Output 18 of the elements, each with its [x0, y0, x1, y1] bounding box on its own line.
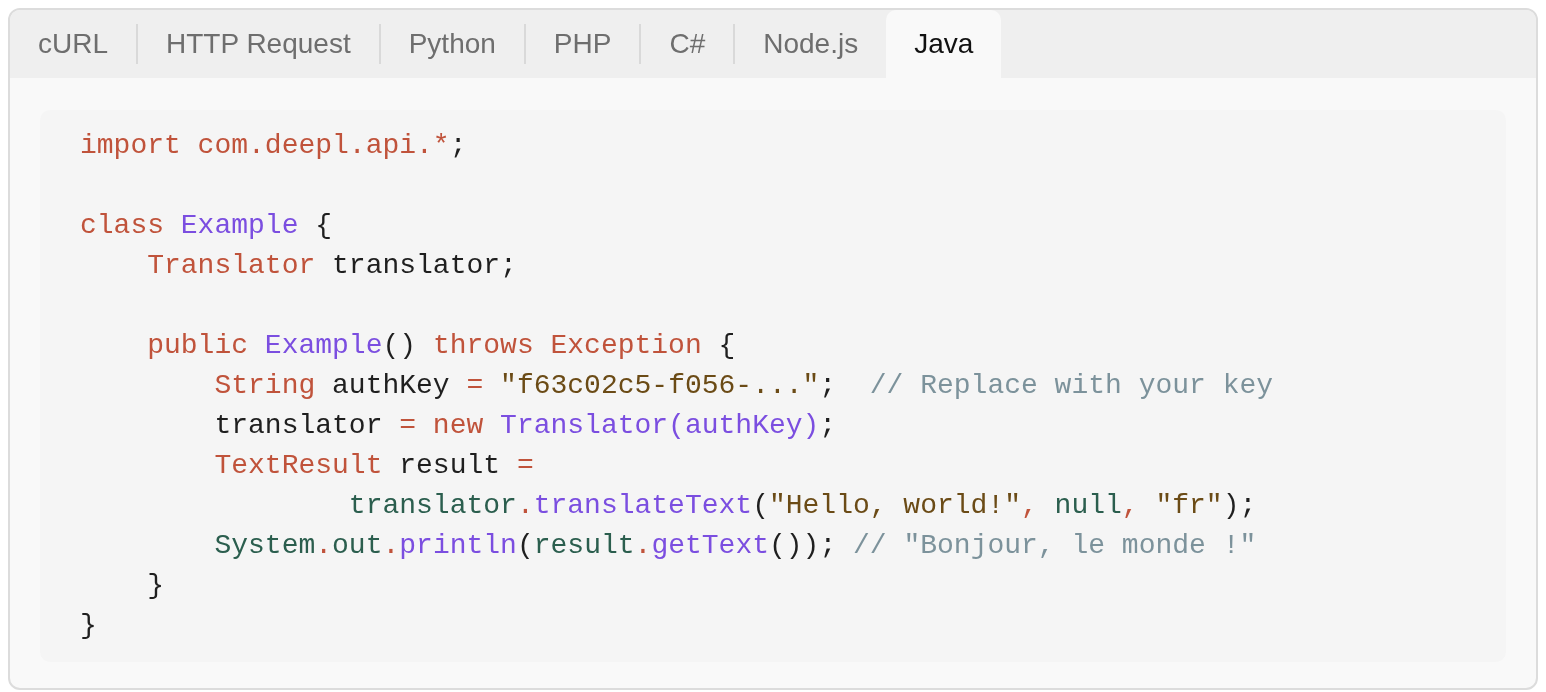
language-tab[interactable]: C# [641, 10, 734, 78]
code-line: TextResult result = [213, 449, 534, 483]
code-line: String authKey = "f63c02c5-f056-..."; // Replace with your key [213, 369, 1274, 403]
code-line: System.out.println(result.getText()); // "Bonjour, le monde !" [213, 529, 1257, 563]
language-tab[interactable]: PHP [525, 10, 640, 78]
language-tab[interactable]: HTTP Request [138, 10, 379, 78]
code-line: import com.deepl.api.*; [80, 129, 467, 163]
code-line: translator = new Translator(authKey); [213, 409, 837, 443]
code-line: class Example { [80, 209, 333, 243]
language-tab[interactable]: Node.js [735, 10, 887, 78]
code-line: Translator translator; [146, 249, 517, 283]
language-tab[interactable]: Python [380, 10, 524, 78]
code-line: } [80, 609, 97, 643]
language-tab[interactable]: Java [886, 10, 1002, 78]
language-tab[interactable]: cURL [10, 10, 136, 78]
code-line: public Example() throws Exception { [146, 329, 736, 363]
code-line: translator.translateText("Hello, world!", null, "fr"); [347, 489, 1257, 523]
code-line: } [146, 569, 164, 603]
